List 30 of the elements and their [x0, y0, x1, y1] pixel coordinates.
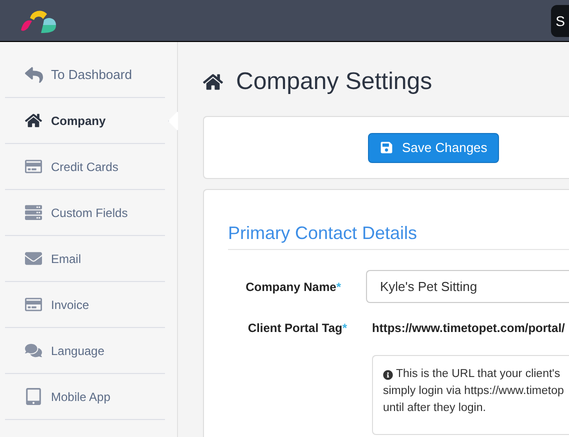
user-button[interactable]: S [550, 4, 569, 36]
sidebar-item[interactable]: Mobile App [5, 374, 165, 420]
field-label: Client Portal Tag* [246, 320, 347, 337]
page-title: Company Settings [236, 67, 432, 97]
stacked-bars-icon [25, 204, 42, 221]
field-label: Company Name* [244, 278, 341, 296]
portal-url-prefix: https://www.timetopet.com/portal/ [372, 320, 565, 337]
info-text: simply login via https://www.timetop [383, 384, 564, 399]
sidebar-item[interactable]: Custom Fields [5, 190, 165, 236]
sidebar-item[interactable]: Invoice [5, 282, 165, 328]
logo-icon [21, 8, 59, 34]
tablet-icon [25, 388, 42, 405]
credit-card-icon [25, 158, 42, 175]
chat-bubbles-icon [25, 342, 42, 359]
info-text: This is the URL that your client's [396, 367, 560, 382]
sidebar-item[interactable]: Email [5, 236, 165, 282]
home-icon [203, 72, 223, 92]
section-title: Primary Contact Details [228, 220, 569, 250]
sidebar-item[interactable]: Credit Cards [5, 144, 165, 190]
credit-card-icon [25, 296, 42, 313]
info-text: until after they login. [383, 401, 486, 416]
home-icon [25, 112, 42, 129]
sidebar-item[interactable]: Language [5, 328, 165, 374]
envelope-icon [25, 250, 42, 267]
reply-arrow-icon [25, 66, 43, 84]
sidebar-item[interactable]: Company [5, 98, 165, 144]
company-name-input[interactable]: Kyle's Pet Sitting [366, 270, 569, 303]
back-link[interactable]: To Dashboard [5, 52, 165, 98]
info-icon [383, 370, 393, 380]
save-changes-button[interactable]: Save Changes [368, 132, 500, 162]
